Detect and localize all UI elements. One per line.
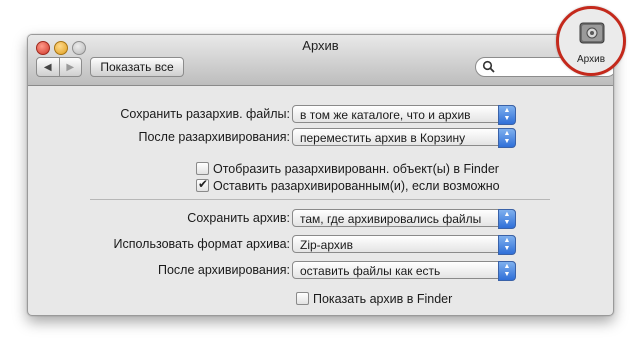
save-archive-popup[interactable]: там, где архивировались файлы ▲ ▼ <box>292 209 516 229</box>
archive-format-row: Использовать формат архива: Zip-архив ▲ ▼ <box>28 235 613 255</box>
popup-arrows-icon: ▲ ▼ <box>498 105 516 125</box>
badge-label: Архив <box>576 54 606 65</box>
section-divider <box>90 199 550 200</box>
save-unarchived-value: в том же каталоге, что и архив <box>300 108 471 122</box>
search-icon <box>482 60 495 73</box>
archive-pane-badge[interactable]: Архив <box>556 6 626 76</box>
popup-arrows-icon: ▲ ▼ <box>498 235 516 255</box>
after-archive-value: оставить файлы как есть <box>300 264 441 278</box>
title-bar: Архив ◀ ▶ Показать все <box>28 35 613 86</box>
nav-buttons: ◀ ▶ <box>36 57 82 77</box>
after-archive-popup[interactable]: оставить файлы как есть ▲ ▼ <box>292 261 516 281</box>
forward-button[interactable]: ▶ <box>58 58 82 76</box>
show-all-button[interactable]: Показать все <box>90 57 184 77</box>
save-unarchived-label: Сохранить разархив. файлы: <box>120 107 290 121</box>
popup-arrows-icon: ▲ ▼ <box>498 261 516 281</box>
after-unarchive-popup[interactable]: переместить архив в Корзину ▲ ▼ <box>292 128 516 148</box>
back-button[interactable]: ◀ <box>37 58 59 76</box>
after-unarchive-label: После разархивирования: <box>138 130 290 144</box>
save-archive-row: Сохранить архив: там, где архивировались… <box>28 209 613 229</box>
keep-unarchived-checkbox[interactable]: Оставить разархивированным(и), если возм… <box>196 177 500 195</box>
reveal-unarchived-checkbox[interactable]: Отобразить разархивированн. объект(ы) в … <box>196 162 499 178</box>
checkbox-icon <box>296 292 309 305</box>
after-unarchive-row: После разархивирования: переместить архи… <box>28 128 613 148</box>
archive-utility-icon <box>579 22 605 44</box>
archive-utility-prefs-window: Архив ◀ ▶ Показать все Сохранить разархи… <box>27 34 614 316</box>
save-archive-label: Сохранить архив: <box>187 211 290 225</box>
checkbox-checked-icon <box>196 177 209 192</box>
archive-format-label: Использовать формат архива: <box>113 237 291 251</box>
keep-unarchived-label: Оставить разархивированным(и), если возм… <box>213 179 500 193</box>
archive-format-value: Zip-архив <box>300 238 353 252</box>
reveal-unarchived-label: Отобразить разархивированн. объект(ы) в … <box>213 162 499 176</box>
after-archive-label: После архивирования: <box>157 263 290 277</box>
save-archive-value: там, где архивировались файлы <box>300 212 482 226</box>
popup-arrows-icon: ▲ ▼ <box>498 128 516 148</box>
window-title: Архив <box>302 38 339 53</box>
reveal-archive-label: Показать архив в Finder <box>313 292 453 306</box>
save-unarchived-row: Сохранить разархив. файлы: в том же ката… <box>28 105 613 125</box>
after-unarchive-value: переместить архив в Корзину <box>300 131 466 145</box>
reveal-archive-checkbox[interactable]: Показать архив в Finder <box>296 292 452 308</box>
checkbox-icon <box>196 162 209 175</box>
archive-format-popup[interactable]: Zip-архив ▲ ▼ <box>292 235 516 255</box>
after-archive-row: После архивирования: оставить файлы как … <box>28 261 613 281</box>
popup-arrows-icon: ▲ ▼ <box>498 209 516 229</box>
save-unarchived-popup[interactable]: в том же каталоге, что и архив ▲ ▼ <box>292 105 516 125</box>
